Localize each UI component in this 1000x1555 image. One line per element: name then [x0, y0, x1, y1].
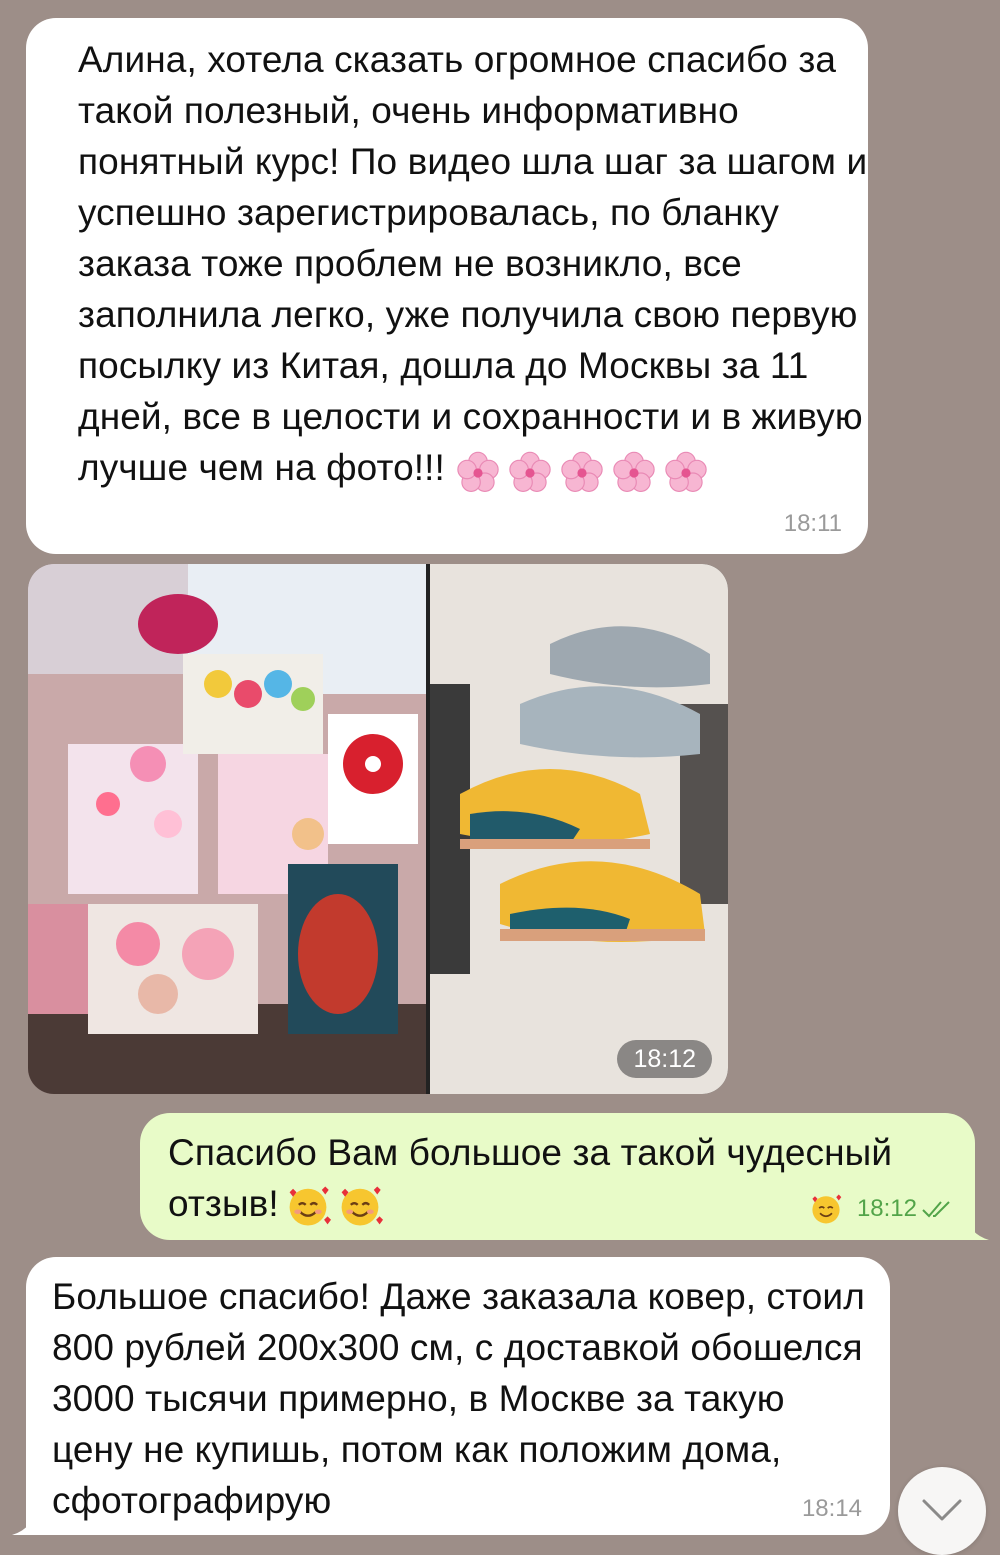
outgoing-message[interactable]: Спасибо Вам большое за такой чудесный от… [140, 1113, 989, 1240]
incoming-message[interactable]: Алина, хотела сказать огромное спасибо з… [26, 18, 868, 554]
message-text: Алина, хотела сказать огромное спасибо з… [78, 34, 878, 496]
cherry-blossom-icon [613, 451, 655, 492]
photo-time-badge: 18:12 [617, 1040, 712, 1078]
smiling-face-with-hearts-icon [289, 1186, 331, 1226]
hair-accessories-photo[interactable] [28, 564, 426, 1094]
cherry-blossom-icon [457, 451, 499, 492]
message-meta: 18:12 [809, 1192, 955, 1226]
message-time: 18:11 [783, 510, 842, 537]
sneakers-photo[interactable] [430, 564, 728, 1094]
cherry-blossom-emojis [455, 445, 715, 496]
bubble-tail [12, 1509, 36, 1535]
incoming-message[interactable]: Большое спасибо! Даже заказала ковер, ст… [12, 1257, 890, 1535]
smiling-face-with-hearts-icon [341, 1186, 383, 1226]
photo-album[interactable]: 18:12 [28, 564, 728, 1094]
reaction-smiling-face-with-hearts-icon[interactable] [809, 1192, 843, 1226]
chevron-down-icon [922, 1499, 962, 1521]
cherry-blossom-icon [509, 451, 551, 492]
message-time: 18:14 [801, 1495, 862, 1522]
message-time: 18:12 [856, 1195, 917, 1222]
chat-view[interactable]: Алина, хотела сказать огромное спасибо з… [0, 0, 1000, 1555]
cherry-blossom-icon [665, 451, 707, 492]
bubble-tail [965, 1214, 989, 1240]
scroll-to-bottom-button[interactable] [898, 1467, 986, 1555]
message-text: Большое спасибо! Даже заказала ковер, ст… [52, 1276, 876, 1521]
cherry-blossom-icon [561, 451, 603, 492]
double-check-icon [922, 1201, 950, 1218]
